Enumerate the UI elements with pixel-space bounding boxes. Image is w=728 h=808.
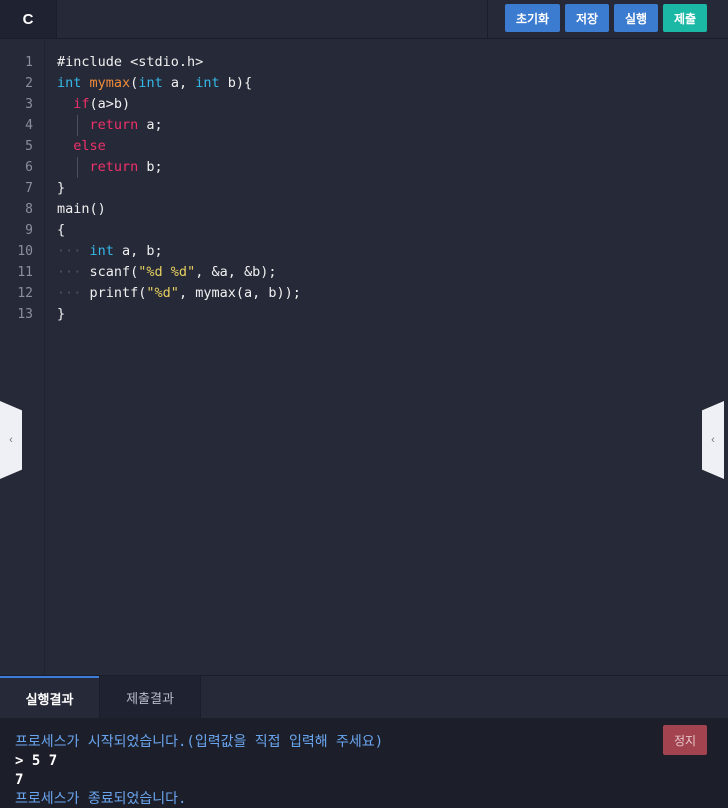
submit-button[interactable]: 제출	[663, 4, 707, 32]
code-line[interactable]: return b;	[57, 157, 163, 178]
result-tabs: 실행결과 제출결과	[0, 675, 728, 719]
code-line[interactable]: }	[57, 178, 65, 199]
tab-submit-result[interactable]: 제출결과	[99, 676, 201, 718]
reset-button[interactable]: 초기화	[505, 4, 560, 32]
code-editor[interactable]: 1 2 3 4 5 6 7 8 9 10 11 12 13 #include <…	[0, 39, 728, 675]
line-number: 2	[25, 76, 33, 91]
right-panel-toggle[interactable]: ‹	[702, 401, 724, 479]
save-button[interactable]: 저장	[565, 4, 609, 32]
code-line[interactable]: if(a>b)	[57, 94, 130, 115]
console-output-line: 7	[15, 772, 24, 788]
code-line[interactable]: main()	[57, 199, 106, 220]
code-line[interactable]: ··· int a, b;	[57, 241, 163, 262]
line-number: 9	[25, 223, 33, 238]
chevron-left-icon: ‹	[711, 434, 715, 446]
left-panel-toggle[interactable]: ‹	[0, 401, 22, 479]
run-button[interactable]: 실행	[614, 4, 658, 32]
line-number: 5	[25, 139, 33, 154]
code-line[interactable]: #include <stdio.h>	[57, 52, 203, 73]
code-line[interactable]: ··· scanf("%d %d", &a, &b);	[57, 262, 276, 283]
chevron-left-icon: ‹	[9, 434, 13, 446]
code-line[interactable]: else	[57, 136, 106, 157]
line-number: 3	[25, 97, 33, 112]
console-input-line: > 5 7	[15, 753, 58, 769]
console-end-message: 프로세스가 종료되었습니다.	[15, 791, 187, 807]
code-line[interactable]: int mymax(int a, int b){	[57, 73, 252, 94]
language-tab[interactable]: C	[0, 0, 57, 38]
stop-button[interactable]: 정지	[663, 725, 707, 755]
code-line[interactable]: }	[57, 304, 65, 325]
tab-run-result[interactable]: 실행결과	[0, 676, 99, 718]
top-toolbar: C 초기화 저장 실행 제출	[0, 0, 728, 39]
line-number: 8	[25, 202, 33, 217]
line-number: 6	[25, 160, 33, 175]
line-number: 1	[25, 55, 33, 70]
line-number: 12	[17, 286, 33, 301]
console-output: 프로세스가 시작되었습니다.(입력값을 직접 입력해 주세요) > 5 7 7 …	[0, 718, 728, 808]
line-number: 7	[25, 181, 33, 196]
line-number: 11	[17, 265, 33, 280]
console-start-message: 프로세스가 시작되었습니다.(입력값을 직접 입력해 주세요)	[15, 734, 384, 750]
line-number: 4	[25, 118, 33, 133]
code-line[interactable]: ··· printf("%d", mymax(a, b));	[57, 283, 301, 304]
code-line[interactable]: return a;	[57, 115, 163, 136]
code-line[interactable]: {	[57, 220, 65, 241]
line-number: 10	[17, 244, 33, 259]
line-number: 13	[17, 307, 33, 322]
line-number-gutter: 1 2 3 4 5 6 7 8 9 10 11 12 13	[0, 39, 45, 675]
